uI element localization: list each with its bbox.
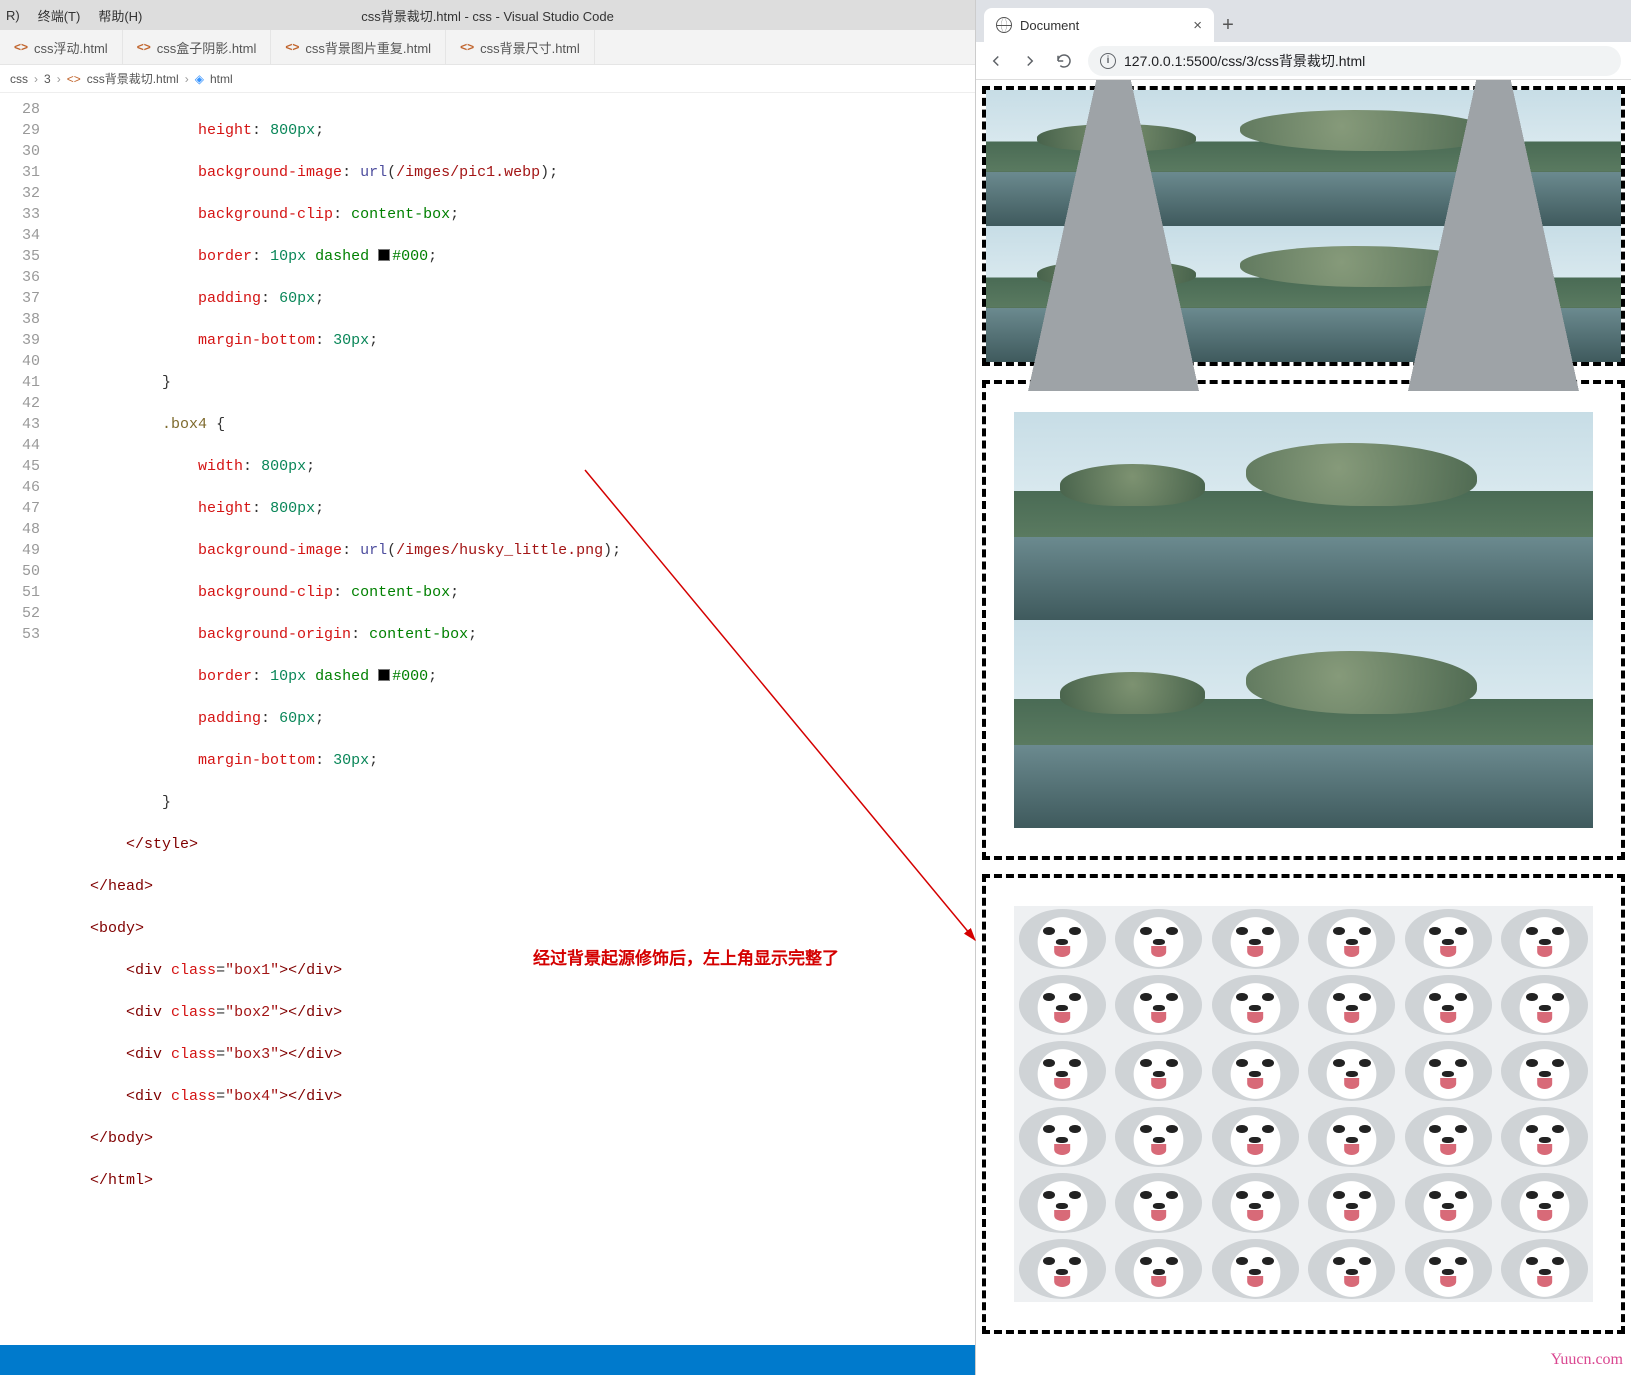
code-editor[interactable]: 2829303132333435363738394041424344454647…: [0, 93, 975, 1375]
status-bar[interactable]: [0, 1345, 975, 1375]
tab-css-bg-repeat[interactable]: <>css背景图片重复.html: [271, 30, 446, 64]
new-tab-button[interactable]: +: [1214, 8, 1242, 42]
preview-box2: [982, 380, 1625, 860]
color-swatch-icon: [378, 669, 390, 681]
watermark: Yuucn.com: [1551, 1351, 1623, 1369]
window-title: css背景裁切.html - css - Visual Studio Code: [0, 0, 975, 30]
chevron-right-icon: ›: [185, 72, 189, 86]
code-content[interactable]: height: 800px; background-image: url(/im…: [54, 93, 975, 1375]
browser-window: Document × + i 127.0.0.1:5500/css/3/css背…: [975, 0, 1631, 1375]
symbol-icon: ◈: [195, 72, 204, 86]
globe-icon: [996, 17, 1012, 33]
back-button[interactable]: [986, 51, 1006, 71]
html-file-icon: <>: [137, 40, 151, 54]
address-bar[interactable]: i 127.0.0.1:5500/css/3/css背景裁切.html: [1088, 46, 1621, 76]
browser-tab[interactable]: Document ×: [984, 8, 1214, 42]
vscode-window: R) 终端(T) 帮助(H) css背景裁切.html - css - Visu…: [0, 0, 975, 1375]
editor-tabs: <>css浮动.html <>css盒子阴影.html <>css背景图片重复.…: [0, 30, 975, 65]
annotation-text: 经过背景起源修饰后，左上角显示完整了: [533, 944, 839, 969]
tab-css-box-shadow[interactable]: <>css盒子阴影.html: [123, 30, 272, 64]
menu-bar: R) 终端(T) 帮助(H) css背景裁切.html - css - Visu…: [0, 0, 975, 30]
color-swatch-icon: [378, 249, 390, 261]
browser-tab-title: Document: [1020, 18, 1079, 33]
html-file-icon: <>: [67, 72, 81, 86]
url-text: 127.0.0.1:5500/css/3/css背景裁切.html: [1124, 51, 1365, 71]
browser-toolbar: i 127.0.0.1:5500/css/3/css背景裁切.html: [976, 42, 1631, 80]
tab-css-bg-size[interactable]: <>css背景尺寸.html: [446, 30, 595, 64]
menu-help[interactable]: 帮助(H): [98, 6, 142, 25]
forward-button[interactable]: [1020, 51, 1040, 71]
chevron-right-icon: ›: [34, 72, 38, 86]
html-file-icon: <>: [460, 40, 474, 54]
chevron-right-icon: ›: [57, 72, 61, 86]
html-file-icon: <>: [14, 40, 28, 54]
reload-button[interactable]: [1054, 51, 1074, 71]
menu-run-suffix[interactable]: R): [6, 8, 20, 23]
line-number-gutter: 2829303132333435363738394041424344454647…: [0, 93, 54, 1375]
html-file-icon: <>: [285, 40, 299, 54]
browser-tab-strip: Document × +: [976, 0, 1631, 42]
breadcrumb[interactable]: css› 3› <>css背景裁切.html› ◈html: [0, 65, 975, 93]
browser-viewport[interactable]: Yuucn.com: [976, 80, 1631, 1375]
menu-terminal[interactable]: 终端(T): [38, 6, 81, 25]
site-info-icon[interactable]: i: [1100, 53, 1116, 69]
tab-css-float[interactable]: <>css浮动.html: [0, 30, 123, 64]
close-icon[interactable]: ×: [1193, 17, 1202, 34]
preview-box3: [982, 874, 1625, 1334]
